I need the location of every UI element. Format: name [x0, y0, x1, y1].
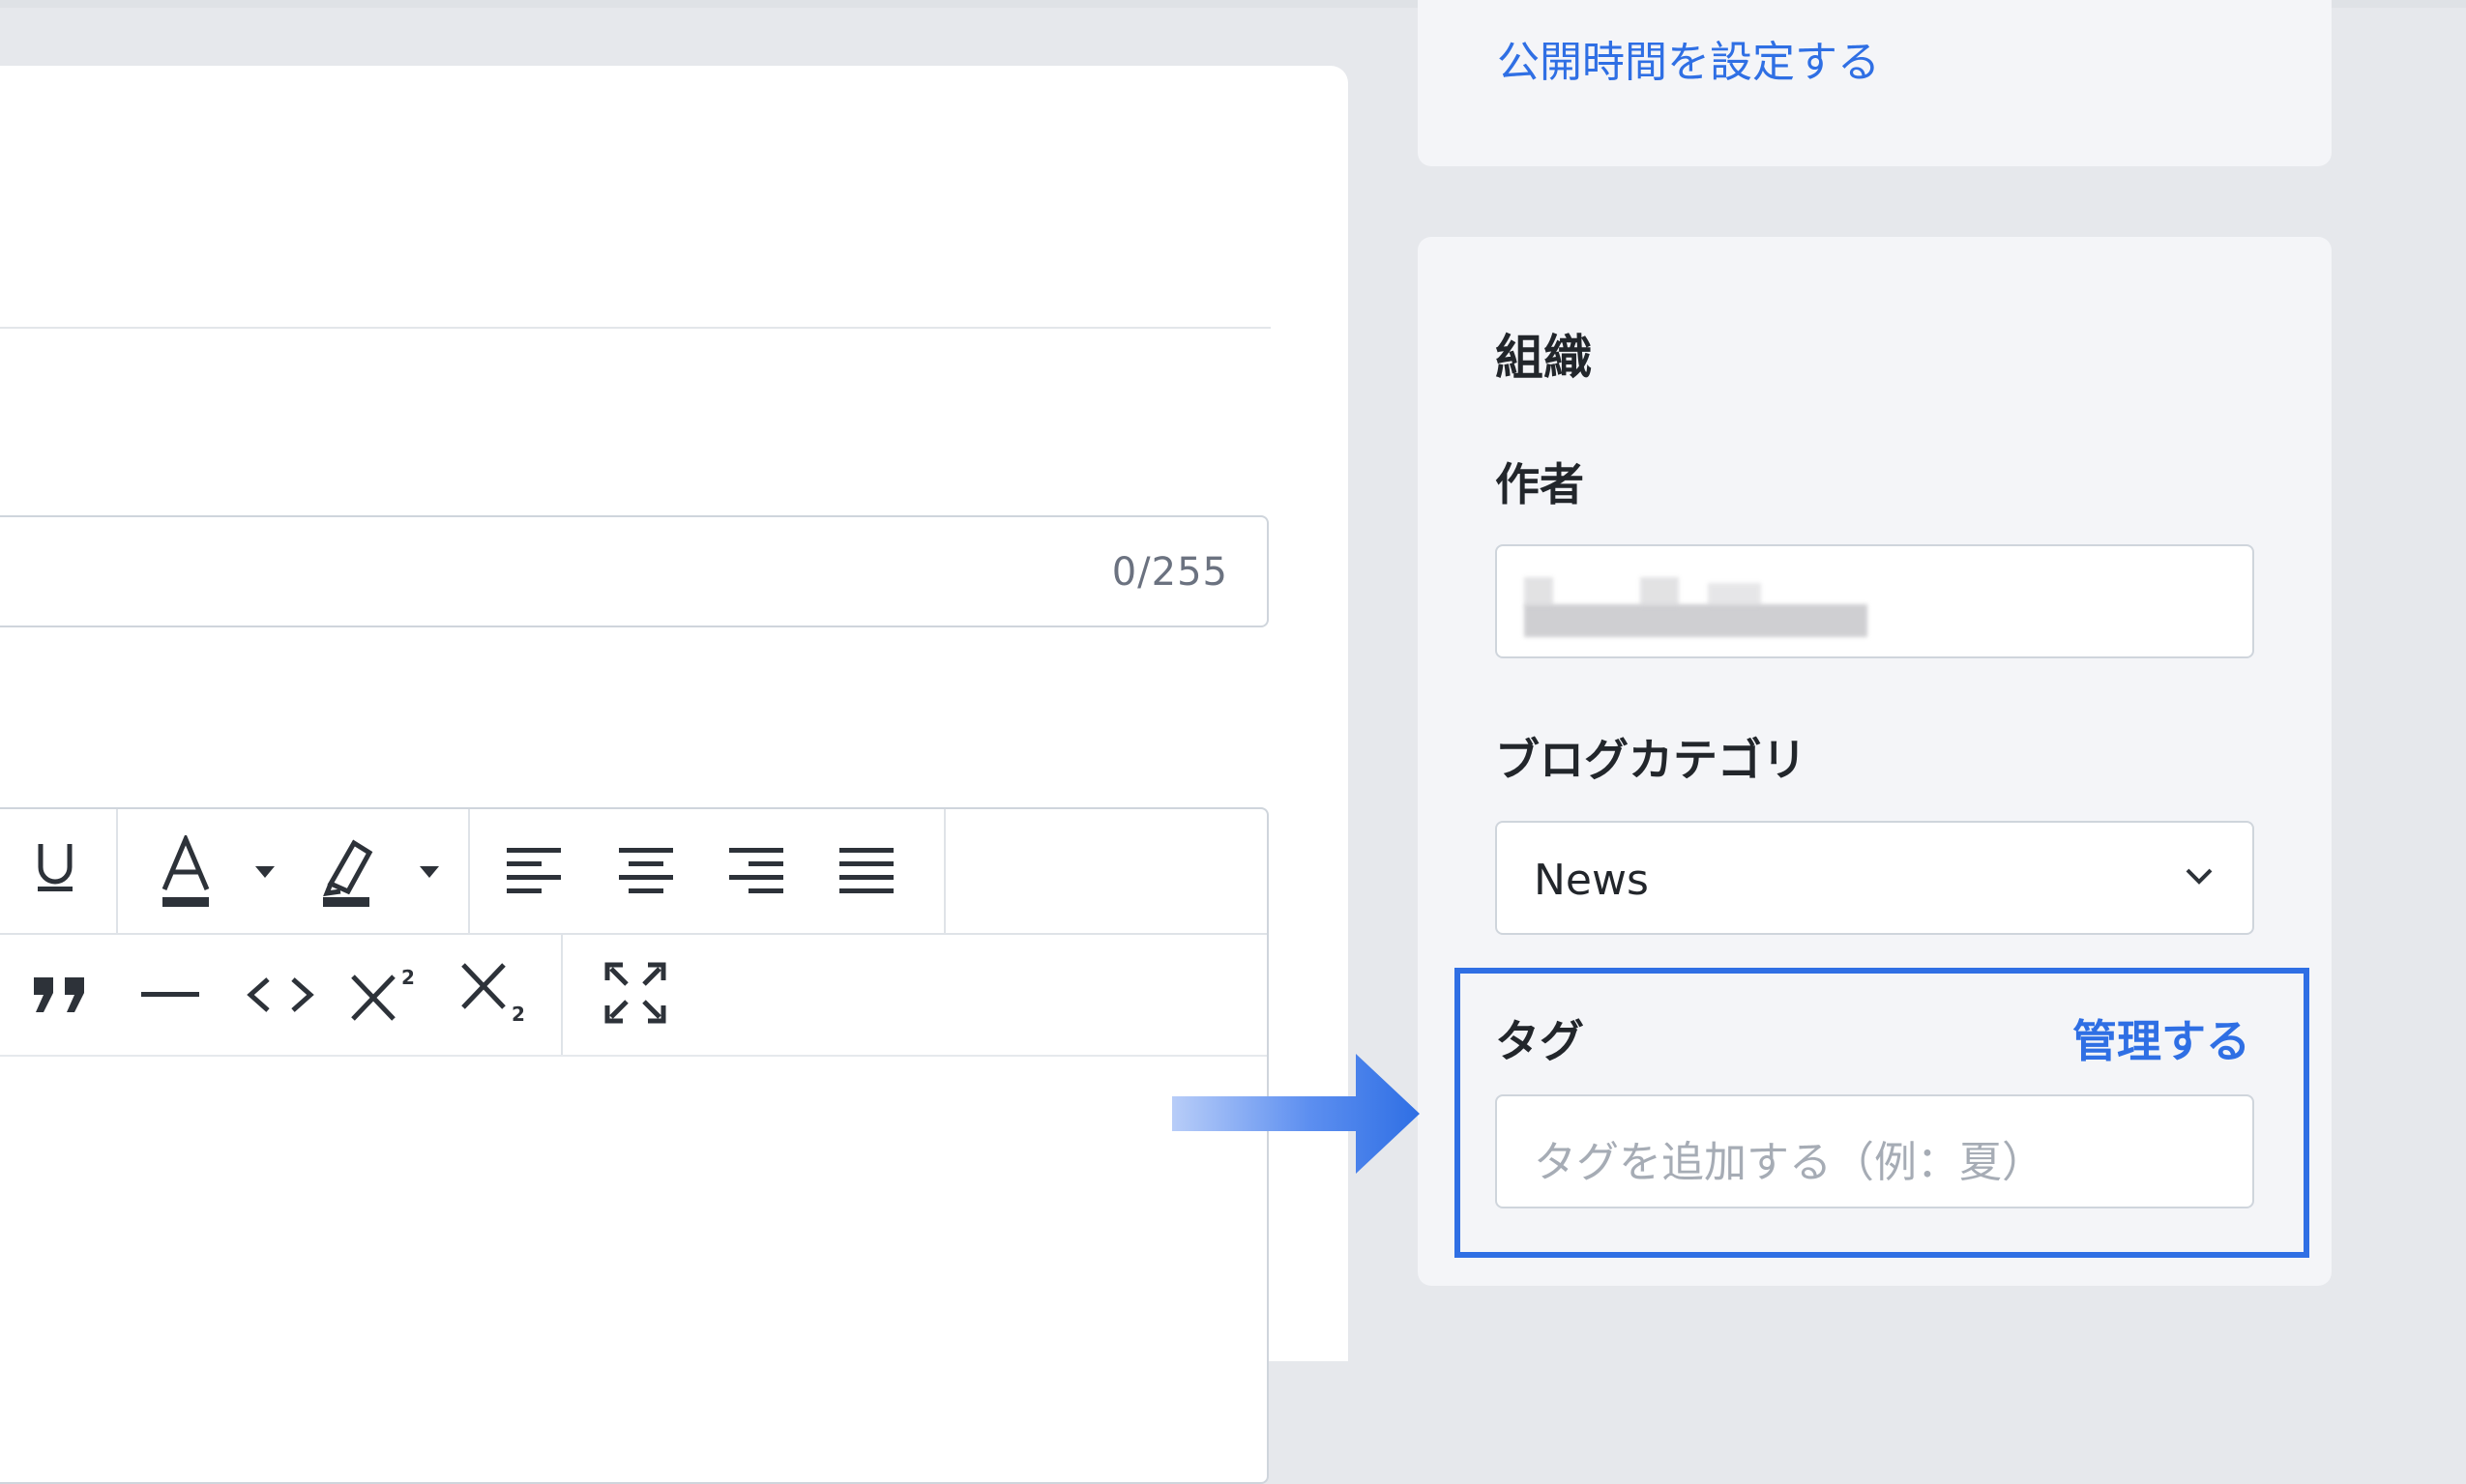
blog-category-value: News: [1534, 856, 1649, 905]
blog-category-select[interactable]: News: [1495, 821, 2254, 935]
rich-text-editor[interactable]: 2 2: [0, 807, 1269, 1484]
summary-input[interactable]: 0/255: [0, 515, 1269, 627]
svg-text:2: 2: [401, 966, 415, 989]
subscript-icon[interactable]: 2: [455, 952, 536, 1033]
organization-title: 組織: [1495, 330, 1592, 386]
toolbar-row-2: 2 2: [0, 935, 1267, 1057]
toolbar-separator: [116, 809, 118, 933]
align-left-icon[interactable]: [495, 832, 572, 910]
tags-highlight-box: [1454, 968, 2309, 1258]
chevron-down-icon: [2185, 867, 2214, 888]
code-icon[interactable]: [240, 958, 321, 1032]
align-right-icon[interactable]: [718, 832, 795, 910]
toolbar-separator: [561, 935, 563, 1055]
superscript-icon[interactable]: 2: [344, 952, 426, 1033]
blog-category-label: ブログカテゴリ: [1495, 734, 1806, 786]
text-color-dropdown-icon[interactable]: [246, 848, 284, 896]
toolbar-row-1: [0, 809, 1267, 935]
author-field[interactable]: [1495, 544, 2254, 658]
author-label: 作者: [1495, 458, 1584, 510]
highlight-icon[interactable]: [309, 829, 387, 916]
toolbar-separator: [944, 809, 946, 933]
highlight-dropdown-icon[interactable]: [410, 848, 449, 896]
toolbar-separator: [468, 809, 470, 933]
blockquote-icon[interactable]: [21, 958, 99, 1032]
fullscreen-icon[interactable]: [592, 952, 679, 1033]
underline-icon[interactable]: [12, 829, 99, 906]
svg-text:2: 2: [512, 1003, 525, 1025]
horizontal-rule-icon[interactable]: [132, 958, 209, 1032]
set-publish-time-link[interactable]: 公開時間を設定する: [1497, 27, 1880, 89]
align-justify-icon[interactable]: [828, 832, 905, 910]
text-color-icon[interactable]: [147, 829, 224, 916]
publish-panel: 公開時間を設定する: [1418, 0, 2332, 166]
author-name-redacted: [1524, 577, 1867, 637]
divider: [0, 327, 1271, 329]
arrow-right-icon: [1172, 1054, 1424, 1178]
align-center-icon[interactable]: [607, 832, 685, 910]
char-counter: 0/255: [1111, 550, 1228, 595]
editor-card: 0/255 2 2: [0, 66, 1348, 1484]
